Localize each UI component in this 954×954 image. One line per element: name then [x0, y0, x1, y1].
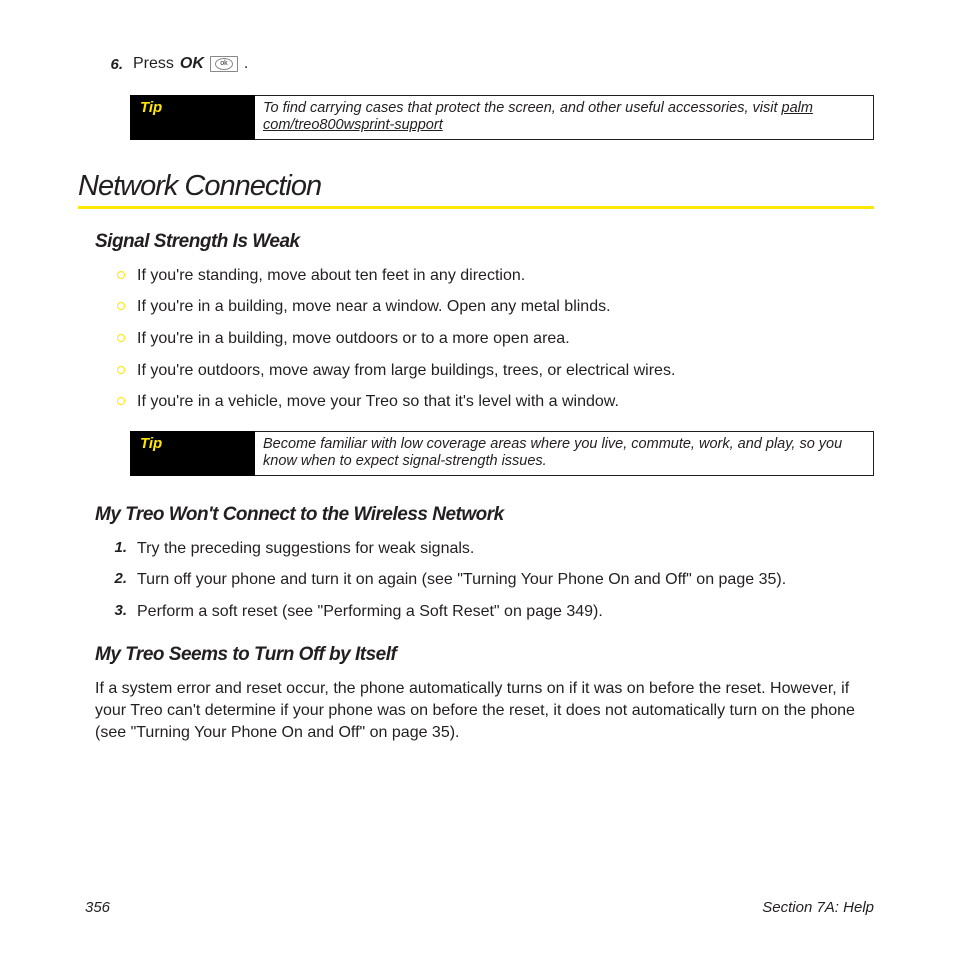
step-6: 6. Press OK ok .	[105, 55, 874, 73]
manual-page: 6. Press OK ok . Tip To find carrying ca…	[0, 0, 954, 743]
step-number: 2.	[107, 569, 127, 589]
page-footer: 356 Section 7A: Help	[85, 899, 874, 916]
ok-command: OK	[180, 55, 204, 73]
subhead-turns-off: My Treo Seems to Turn Off by Itself	[95, 644, 874, 666]
divider-rule	[78, 206, 874, 209]
step-number: 3.	[107, 601, 127, 621]
numbered-list-connect: 1.Try the preceding suggestions for weak…	[107, 538, 874, 623]
section-title-network-connection: Network Connection	[78, 170, 874, 203]
page-number: 356	[85, 899, 110, 916]
bullet-icon	[117, 397, 125, 405]
tip-box-coverage: Tip Become familiar with low coverage ar…	[130, 431, 874, 476]
tip-body: Become familiar with low coverage areas …	[255, 431, 873, 476]
tip-label: Tip	[130, 431, 255, 476]
step-number: 6.	[105, 56, 123, 73]
list-item: If you're standing, move about ten feet …	[117, 265, 874, 287]
bullet-icon	[117, 271, 125, 279]
list-item: 2.Turn off your phone and turn it on aga…	[107, 569, 874, 591]
bullet-list-signal: If you're standing, move about ten feet …	[117, 265, 874, 413]
list-item: If you're in a building, move near a win…	[117, 296, 874, 318]
subhead-wont-connect: My Treo Won't Connect to the Wireless Ne…	[95, 504, 874, 526]
list-item: If you're in a vehicle, move your Treo s…	[117, 391, 874, 413]
step-text: Press OK ok .	[133, 55, 248, 73]
list-item: If you're in a building, move outdoors o…	[117, 328, 874, 350]
bullet-icon	[117, 366, 125, 374]
subhead-signal-weak: Signal Strength Is Weak	[95, 231, 874, 253]
list-item: 1.Try the preceding suggestions for weak…	[107, 538, 874, 560]
tip-body: To find carrying cases that protect the …	[255, 95, 873, 140]
section-label: Section 7A: Help	[762, 899, 874, 916]
paragraph-reset: If a system error and reset occur, the p…	[95, 678, 874, 743]
step-number: 1.	[107, 538, 127, 558]
ok-key-icon: ok	[210, 56, 238, 72]
list-item: If you're outdoors, move away from large…	[117, 360, 874, 382]
list-item: 3.Perform a soft reset (see "Performing …	[107, 601, 874, 623]
tip-label: Tip	[130, 95, 255, 140]
tip-box-accessories: Tip To find carrying cases that protect …	[130, 95, 874, 140]
bullet-icon	[117, 302, 125, 310]
bullet-icon	[117, 334, 125, 342]
